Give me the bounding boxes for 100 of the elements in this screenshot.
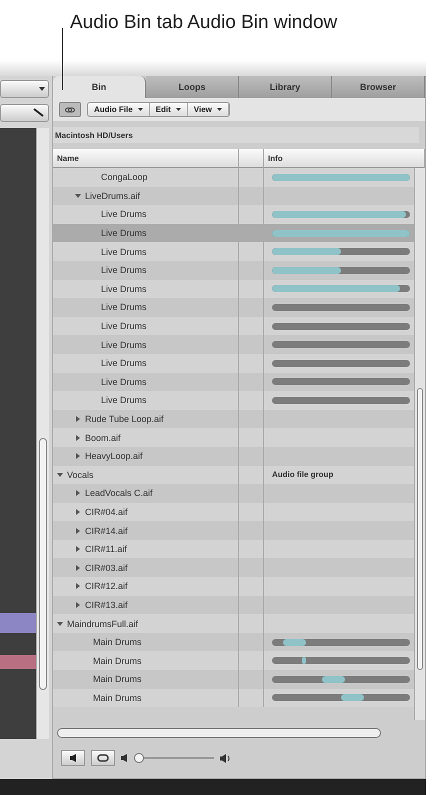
list-row[interactable]: CIR#11.aif bbox=[53, 540, 414, 558]
vertical-scrollbar[interactable] bbox=[414, 168, 425, 720]
item-name: Live Drums bbox=[101, 321, 147, 332]
volume-high-icon bbox=[220, 754, 231, 762]
list-row[interactable]: Live Drums bbox=[53, 280, 414, 298]
list-row[interactable]: LeadVocals C.aif bbox=[53, 484, 414, 503]
vertical-scrollbar[interactable] bbox=[36, 128, 49, 739]
item-name: Main Drums bbox=[93, 637, 142, 648]
speaker-icon bbox=[70, 754, 76, 762]
item-name: Live Drums bbox=[101, 302, 147, 312]
list-row[interactable]: CIR#14.aif bbox=[53, 521, 414, 540]
collapsed-triangle-icon[interactable] bbox=[75, 490, 81, 496]
expanded-triangle-icon[interactable] bbox=[57, 472, 63, 478]
link-icon bbox=[65, 106, 75, 112]
caret-icon bbox=[138, 108, 143, 111]
item-name: Live Drums bbox=[101, 395, 147, 406]
item-name: CongaLoop bbox=[101, 172, 148, 182]
item-name: Boom.aif bbox=[85, 432, 121, 443]
item-name: Rude Tube Loop.aif bbox=[85, 414, 164, 424]
item-name: Live Drums bbox=[101, 358, 147, 368]
collapsed-triangle-icon[interactable] bbox=[75, 602, 81, 608]
item-name: Live Drums bbox=[101, 209, 147, 220]
item-name: CIR#12.aif bbox=[85, 581, 128, 592]
list-row[interactable]: CIR#04.aif bbox=[53, 502, 414, 522]
item-name: CIR#04.aif bbox=[85, 506, 128, 517]
item-name: Live Drums bbox=[101, 284, 147, 294]
menu-button[interactable]: Edit bbox=[150, 103, 188, 116]
item-name: CIR#03.aif bbox=[85, 562, 128, 573]
collapsed-triangle-icon[interactable] bbox=[75, 416, 81, 422]
list-row[interactable]: Live Drums bbox=[53, 372, 414, 392]
item-name: Live Drums bbox=[101, 246, 147, 257]
item-name: LiveDrums.aif bbox=[85, 190, 140, 201]
item-name: Main Drums bbox=[93, 674, 142, 684]
item-name: Main Drums bbox=[93, 692, 142, 703]
path-field: Macintosh HD/Users bbox=[53, 127, 419, 143]
item-name: Live Drums bbox=[101, 228, 147, 238]
list-row[interactable]: LiveDrums.aif bbox=[53, 186, 414, 206]
item-name: Live Drums bbox=[101, 340, 147, 350]
list-row[interactable]: Main Drums bbox=[53, 670, 414, 689]
item-name: Main Drums bbox=[93, 656, 142, 666]
callout-label: Audio Bin tab Audio Bin window bbox=[70, 12, 338, 34]
leader-line bbox=[62, 28, 63, 90]
list-row[interactable]: Live Drums bbox=[53, 316, 414, 336]
list-row[interactable]: MaindrumsFull.aif bbox=[53, 614, 414, 633]
column-header[interactable]: Info bbox=[264, 149, 425, 168]
item-name: Live Drums bbox=[101, 376, 147, 387]
info-text: Audio file group bbox=[272, 470, 334, 480]
column-header[interactable]: Name bbox=[53, 149, 239, 168]
list-row[interactable]: CIR#03.aif bbox=[53, 558, 414, 578]
loop-button[interactable] bbox=[91, 750, 115, 766]
menu-button[interactable]: View bbox=[188, 103, 229, 116]
list-row[interactable]: Boom.aif bbox=[53, 428, 414, 447]
link-button[interactable] bbox=[59, 102, 81, 117]
list-row[interactable]: Vocals Audio file group bbox=[53, 466, 414, 484]
list-row[interactable]: Rude Tube Loop.aif bbox=[53, 410, 414, 428]
list-row[interactable]: CongaLoop bbox=[53, 168, 414, 187]
list-row[interactable]: Live Drums bbox=[53, 335, 414, 354]
list-row[interactable]: Live Drums bbox=[53, 354, 414, 373]
expanded-triangle-icon[interactable] bbox=[57, 620, 63, 627]
collapsed-triangle-icon[interactable] bbox=[75, 434, 81, 441]
volume-low-icon bbox=[121, 754, 128, 762]
play-button[interactable] bbox=[61, 750, 85, 766]
item-name: LeadVocals C.aif bbox=[85, 488, 153, 498]
pencil-tool-button[interactable] bbox=[0, 104, 49, 122]
loop-icon bbox=[97, 754, 109, 762]
list-row[interactable]: Live Drums bbox=[53, 391, 414, 410]
list-row[interactable]: HeavyLoop.aif bbox=[53, 446, 414, 466]
item-name: Vocals bbox=[67, 470, 94, 480]
expanded-triangle-icon[interactable] bbox=[75, 192, 81, 199]
caret-icon bbox=[216, 108, 222, 111]
list-row[interactable]: CIR#13.aif bbox=[53, 596, 414, 614]
collapsed-triangle-icon[interactable] bbox=[75, 528, 81, 534]
item-name: HeavyLoop.aif bbox=[85, 451, 143, 462]
list-row[interactable]: Live Drums bbox=[53, 224, 414, 242]
popup-button[interactable] bbox=[0, 80, 49, 98]
item-name: CIR#14.aif bbox=[85, 526, 128, 536]
list-row[interactable]: Live Drums bbox=[53, 242, 414, 261]
tab[interactable]: Bin bbox=[53, 76, 146, 98]
collapsed-triangle-icon[interactable] bbox=[75, 583, 81, 590]
list-row[interactable]: Main Drums bbox=[53, 632, 414, 652]
collapsed-triangle-icon[interactable] bbox=[75, 546, 81, 552]
item-name: CIR#13.aif bbox=[85, 600, 128, 610]
list-row[interactable]: Live Drums bbox=[53, 260, 414, 280]
tab[interactable]: Browser bbox=[332, 76, 425, 98]
column-header bbox=[239, 149, 264, 168]
collapsed-triangle-icon[interactable] bbox=[75, 453, 81, 460]
tab[interactable]: Library bbox=[239, 76, 332, 98]
caret-icon bbox=[39, 87, 45, 91]
list-row[interactable]: Live Drums bbox=[53, 298, 414, 317]
collapsed-triangle-icon[interactable] bbox=[75, 564, 81, 571]
item-name: CIR#11.aif bbox=[85, 544, 127, 554]
list-row[interactable]: Main Drums bbox=[53, 651, 414, 670]
tab[interactable]: Loops bbox=[146, 76, 239, 98]
collapsed-triangle-icon[interactable] bbox=[75, 508, 81, 515]
region-block bbox=[0, 655, 36, 669]
list-row[interactable]: Live Drums bbox=[53, 205, 414, 224]
list-row[interactable]: Main Drums bbox=[53, 688, 414, 708]
list-row[interactable]: CIR#12.aif bbox=[53, 577, 414, 596]
caret-icon bbox=[176, 108, 181, 111]
menu-button[interactable]: Audio File bbox=[88, 103, 150, 116]
